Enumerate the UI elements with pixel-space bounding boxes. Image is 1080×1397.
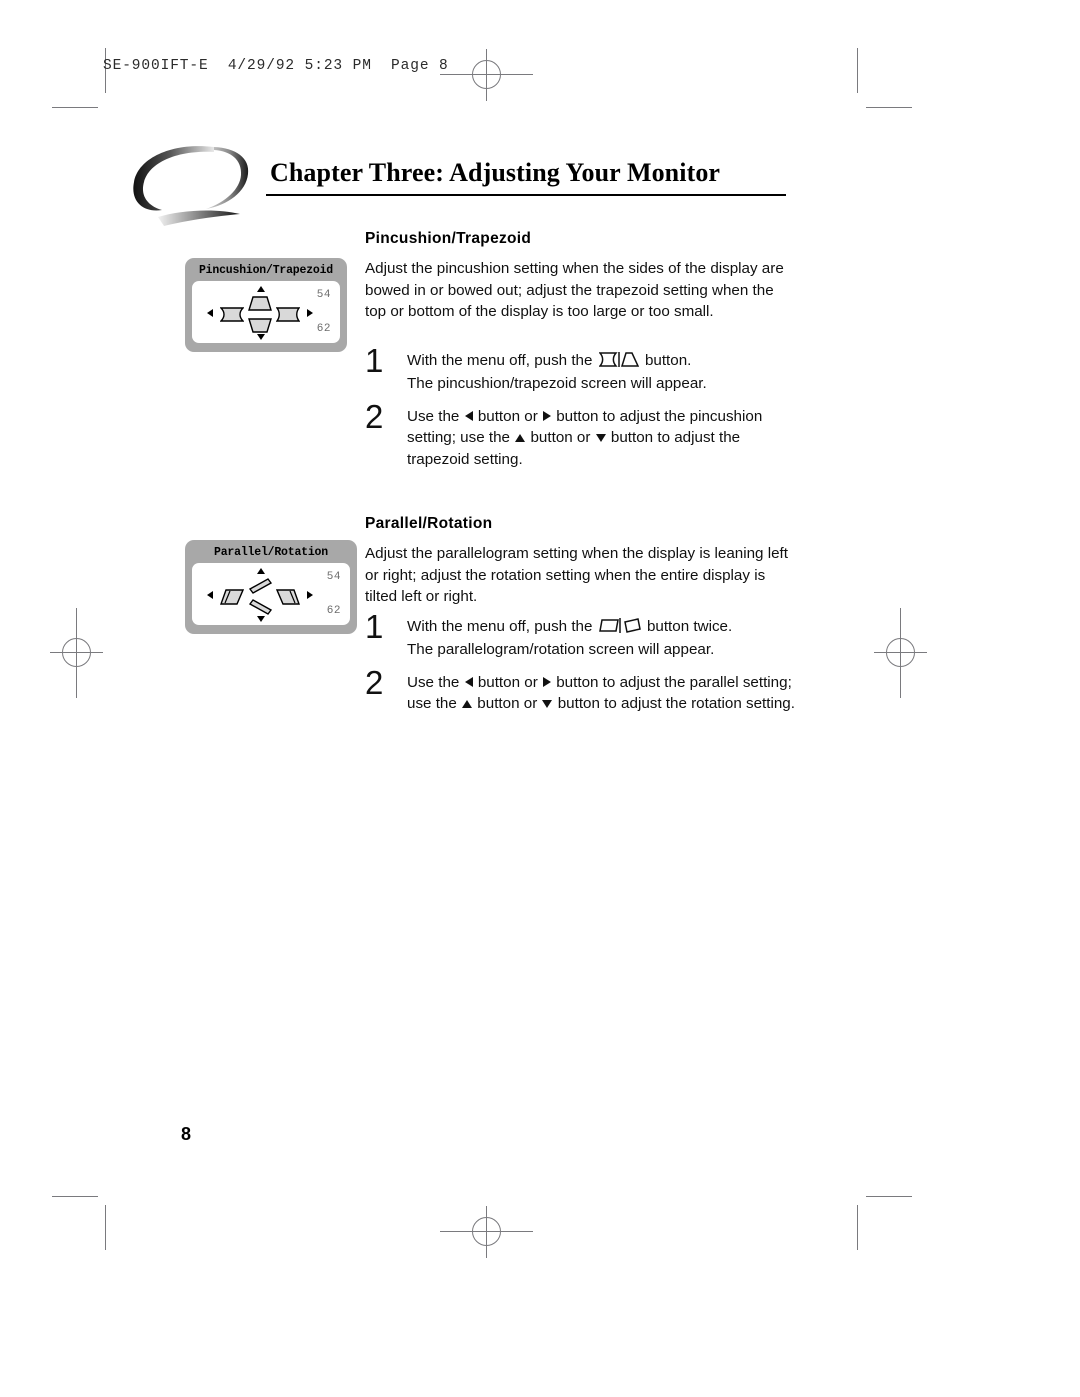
osd-icon-rotation-ccw: [246, 599, 274, 616]
step-1-parallel: 1 With the menu off, push the button twi…: [365, 610, 795, 661]
registration-mark-left: [50, 600, 130, 710]
section-paragraph-parallel-rotation: Adjust the parallelogram setting when th…: [365, 545, 788, 606]
crop-mark-top-right-vertical: [857, 48, 859, 93]
osd-icon-trapezoid-bottom: [246, 317, 274, 334]
down-arrow-icon: [542, 700, 553, 709]
osd-arrow-up-icon: [257, 286, 265, 292]
step-number: 1: [365, 608, 384, 645]
step-text-part: Use the: [407, 674, 460, 691]
step-text: Use the button or button to adjust the p…: [407, 672, 795, 715]
osd-icon-pincushion-out: [274, 306, 302, 323]
right-arrow-icon: [543, 411, 551, 421]
film-header-text: SE-900IFT-E 4/29/92 5:23 PM Page 8: [103, 58, 449, 74]
registration-mark-right: [860, 600, 940, 710]
step-text-part: button twice.: [646, 618, 733, 635]
osd-arrow-left-icon: [207, 591, 213, 599]
swoosh-logo: [133, 146, 249, 226]
osd-icon-rotation-cw: [246, 577, 274, 594]
down-arrow-icon: [595, 434, 606, 443]
osd-title-pincushion-trapezoid: Pincushion/Trapezoid: [198, 264, 334, 277]
osd-value-parallel: 54: [326, 571, 341, 583]
step-text-part: button or: [477, 695, 538, 713]
osd-arrow-down-icon: [257, 616, 265, 622]
step-text-part: Use the: [407, 408, 460, 425]
crop-mark-bottom-right-vertical: [857, 1205, 859, 1250]
step-text-part: With the menu off, push the: [407, 618, 593, 635]
crop-mark-bottom-right-horizontal: [866, 1196, 912, 1198]
page-number: 8: [181, 1124, 192, 1144]
osd-icon-pincushion-in: [218, 306, 246, 323]
step-1-pincushion: 1 With the menu off, push the button. Th…: [365, 344, 795, 395]
step-number: 2: [365, 398, 384, 435]
right-arrow-icon: [543, 677, 551, 687]
step-number: 2: [365, 664, 384, 701]
osd-arrow-down-icon: [257, 334, 265, 340]
up-arrow-icon: [515, 434, 526, 443]
step-text-part: With the menu off, push the: [407, 352, 593, 369]
crop-mark-bottom-left-horizontal: [52, 1196, 98, 1198]
osd-icon-parallelogram-left: [218, 588, 246, 605]
step-text: With the menu off, push the button twice…: [407, 616, 795, 661]
step-text-part: button or: [530, 429, 591, 447]
left-arrow-icon: [464, 677, 473, 687]
step-text-part: button to adjust the rotation setting.: [557, 695, 795, 713]
osd-arrow-left-icon: [207, 309, 213, 317]
step-text: With the menu off, push the button. The …: [407, 350, 795, 395]
step-text-part: button or: [477, 408, 538, 425]
page-title: Chapter Three: Adjusting Your Monitor: [270, 158, 721, 187]
crop-mark-top-right-horizontal: [866, 107, 912, 109]
osd-control-cluster-pincushion-trapezoid: [206, 284, 314, 342]
osd-control-cluster-parallel-rotation: [206, 566, 314, 624]
step-text-line2: The parallelogram/rotation screen will a…: [407, 641, 715, 659]
parallel-rotation-button-icon: [598, 618, 641, 639]
osd-screen-parallel-rotation: 54 62: [192, 563, 350, 625]
registration-mark-top: [440, 45, 550, 105]
step-number: 1: [365, 342, 384, 379]
section-heading-pincushion-trapezoid: Pincushion/Trapezoid: [365, 230, 532, 247]
section-paragraph-pincushion-trapezoid: Adjust the pincushion setting when the s…: [365, 260, 784, 321]
osd-icon-parallelogram-right: [274, 588, 302, 605]
osd-screen-pincushion-trapezoid: 54 62: [192, 281, 340, 343]
left-arrow-icon: [464, 411, 473, 421]
pincushion-trapezoid-button-icon: [598, 352, 639, 373]
osd-value-trapezoid: 62: [316, 323, 331, 335]
up-arrow-icon: [462, 700, 473, 709]
step-text-line2: The pincushion/trapezoid screen will app…: [407, 375, 707, 393]
osd-value-rotation: 62: [326, 605, 341, 617]
section-heading-parallel-rotation: Parallel/Rotation: [365, 515, 493, 532]
osd-arrow-up-icon: [257, 568, 265, 574]
osd-value-pincushion: 54: [316, 289, 331, 301]
chapter-title-rule: [266, 194, 786, 196]
crop-mark-bottom-left-vertical: [105, 1205, 107, 1250]
osd-icon-trapezoid-top: [246, 295, 274, 312]
step-text-part: button or: [477, 674, 538, 691]
step-text-part: button.: [644, 352, 692, 369]
osd-arrow-right-icon: [307, 309, 313, 317]
step-2-pincushion: 2 Use the button or button to adjust the…: [365, 400, 795, 470]
osd-arrow-right-icon: [307, 591, 313, 599]
osd-panel-pincushion-trapezoid: Pincushion/Trapezoid 54 62: [185, 258, 347, 352]
step-2-parallel: 2 Use the button or button to adjust the…: [365, 666, 795, 715]
osd-title-parallel-rotation: Parallel/Rotation: [214, 546, 328, 559]
step-text: Use the button or button to adjust the p…: [407, 406, 795, 470]
osd-panel-parallel-rotation: Parallel/Rotation 54 62: [185, 540, 357, 634]
registration-mark-bottom: [440, 1202, 550, 1262]
chapter-header: Chapter Three: Adjusting Your Monitor: [128, 144, 788, 226]
crop-mark-top-left-horizontal: [52, 107, 98, 109]
